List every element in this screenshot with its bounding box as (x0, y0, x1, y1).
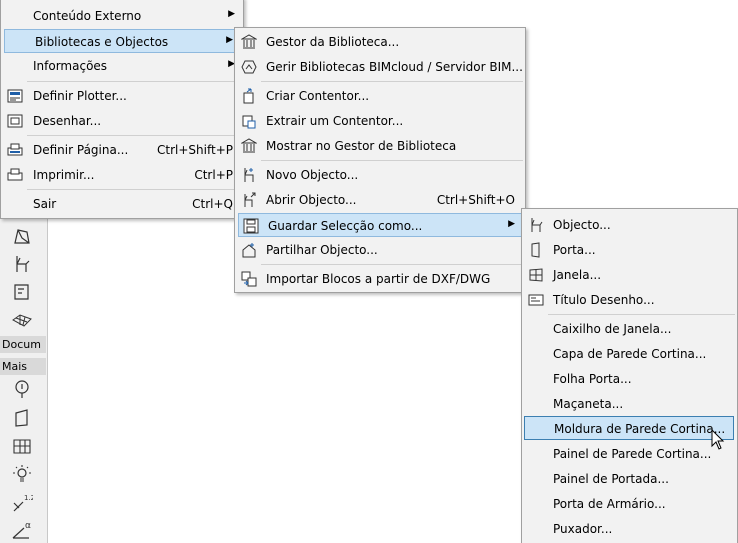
menu-item-plotter-setup[interactable]: Definir Plotter... (3, 84, 241, 108)
import-blocks-icon (240, 270, 258, 288)
menu-item-create-container[interactable]: Criar Contentor... (237, 84, 523, 108)
file-menu: Conteúdo Externo ▶ Bibliotecas e Objecto… (0, 0, 244, 219)
extract-container-icon (240, 112, 258, 130)
menu-separator (27, 81, 241, 82)
menu-item-save-shutter-panel[interactable]: Painel de Portada... (524, 467, 735, 491)
door-icon (527, 241, 545, 259)
menu-item-save-cabinet-door[interactable]: Porta de Armário... (524, 492, 735, 516)
menu-separator (548, 314, 735, 315)
window-icon (527, 266, 545, 284)
mesh-tool-icon[interactable] (8, 309, 36, 331)
menu-item-page-setup[interactable]: Definir Página... Ctrl+Shift+P (3, 138, 241, 162)
lamp-tool-icon[interactable] (8, 463, 36, 485)
zone-tool-icon[interactable] (8, 281, 36, 303)
menu-item-save-doorknob[interactable]: Maçaneta... (524, 392, 735, 416)
menu-item-extract-container[interactable]: Extrair um Contentor... (237, 109, 523, 133)
menu-separator (27, 189, 241, 190)
menu-item-save-door[interactable]: Porta... (524, 238, 735, 262)
submenu-arrow-icon: ▶ (228, 9, 235, 19)
page-setup-icon (6, 141, 24, 159)
window-grid-tool-icon[interactable] (8, 435, 36, 457)
menu-item-show-in-library-manager[interactable]: Mostrar no Gestor de Biblioteca (237, 134, 523, 158)
menu-item-print[interactable]: Imprimir... Ctrl+P (3, 163, 241, 187)
submenu-arrow-icon: ▶ (508, 219, 515, 229)
menu-separator (261, 160, 523, 161)
submenu-arrow-icon: ▶ (226, 35, 233, 45)
menu-separator (27, 135, 241, 136)
menu-item-share-object[interactable]: Partilhar Objecto... (237, 238, 523, 262)
shell-tool-icon[interactable] (8, 225, 36, 247)
menu-item-save-selection-as[interactable]: Guardar Selecção como... ▶ (238, 213, 522, 237)
menu-item-bimcloud-libraries[interactable]: Gerir Bibliotecas BIMcloud / Servidor BI… (237, 55, 523, 79)
menu-separator (261, 81, 523, 82)
menu-item-save-curtain-wall-cap[interactable]: Capa de Parede Cortina... (524, 342, 735, 366)
menu-item-save-handle[interactable]: Puxador... (524, 517, 735, 541)
show-library-icon (240, 137, 258, 155)
plot-icon (6, 112, 24, 130)
toolbox-section-more[interactable]: Mais (0, 358, 46, 375)
open-object-icon (240, 191, 258, 209)
drawing-title-icon (527, 291, 545, 309)
mouse-cursor-icon (711, 429, 725, 450)
libraries-objects-submenu: Gestor da Biblioteca... Gerir Biblioteca… (234, 27, 526, 293)
level-dimension-tool-icon[interactable]: 1.2 (8, 492, 36, 514)
menu-item-save-drawing-title[interactable]: Título Desenho... (524, 288, 735, 312)
menu-item-new-object[interactable]: Novo Objecto... (237, 163, 523, 187)
menu-item-library-manager[interactable]: Gestor da Biblioteca... (237, 30, 523, 54)
create-container-icon (240, 87, 258, 105)
menu-item-save-curtain-wall-panel[interactable]: Painel de Parede Cortina... (524, 442, 735, 466)
menu-item-open-object[interactable]: Abrir Objecto... Ctrl+Shift+O (237, 188, 523, 212)
menu-item-plot[interactable]: Desenhar... (3, 109, 241, 133)
object-icon (527, 216, 545, 234)
menu-item-save-window-sash[interactable]: Caixilho de Janela... (524, 317, 735, 341)
angle-dimension-tool-icon[interactable]: α (8, 519, 36, 541)
toolbox-section-document[interactable]: Docum (0, 336, 46, 353)
svg-text:1.2: 1.2 (24, 494, 33, 502)
menu-item-save-curtain-wall-frame[interactable]: Moldura de Parede Cortina... (524, 416, 734, 440)
new-object-icon (240, 166, 258, 184)
save-selection-as-submenu: Objecto... Porta... Janela... Título Des… (521, 208, 738, 543)
menu-item-info[interactable]: Informações ▶ (3, 54, 241, 78)
menu-item-save-door-leaf[interactable]: Folha Porta... (524, 367, 735, 391)
plotter-icon (6, 87, 24, 105)
object-tool-icon[interactable] (8, 253, 36, 275)
menu-item-save-object[interactable]: Objecto... (524, 213, 735, 237)
svg-text:α: α (25, 521, 31, 531)
share-object-icon (240, 241, 258, 259)
menu-separator (261, 264, 523, 265)
menu-item-libraries-objects[interactable]: Bibliotecas e Objectos ▶ (4, 29, 240, 53)
save-icon (242, 217, 260, 235)
library-manager-icon (240, 33, 258, 51)
menu-item-external-content[interactable]: Conteúdo Externo ▶ (3, 4, 241, 28)
menu-item-quit[interactable]: Sair Ctrl+Q (3, 192, 241, 216)
menu-item-import-dxf-dwg[interactable]: Importar Blocos a partir de DXF/DWG (237, 267, 523, 291)
grid-element-tool-icon[interactable] (8, 378, 36, 400)
printer-icon (6, 166, 24, 184)
menu-item-save-window[interactable]: Janela... (524, 263, 735, 287)
bimcloud-icon (240, 58, 258, 76)
curtain-wall-tool-icon[interactable] (8, 407, 36, 429)
